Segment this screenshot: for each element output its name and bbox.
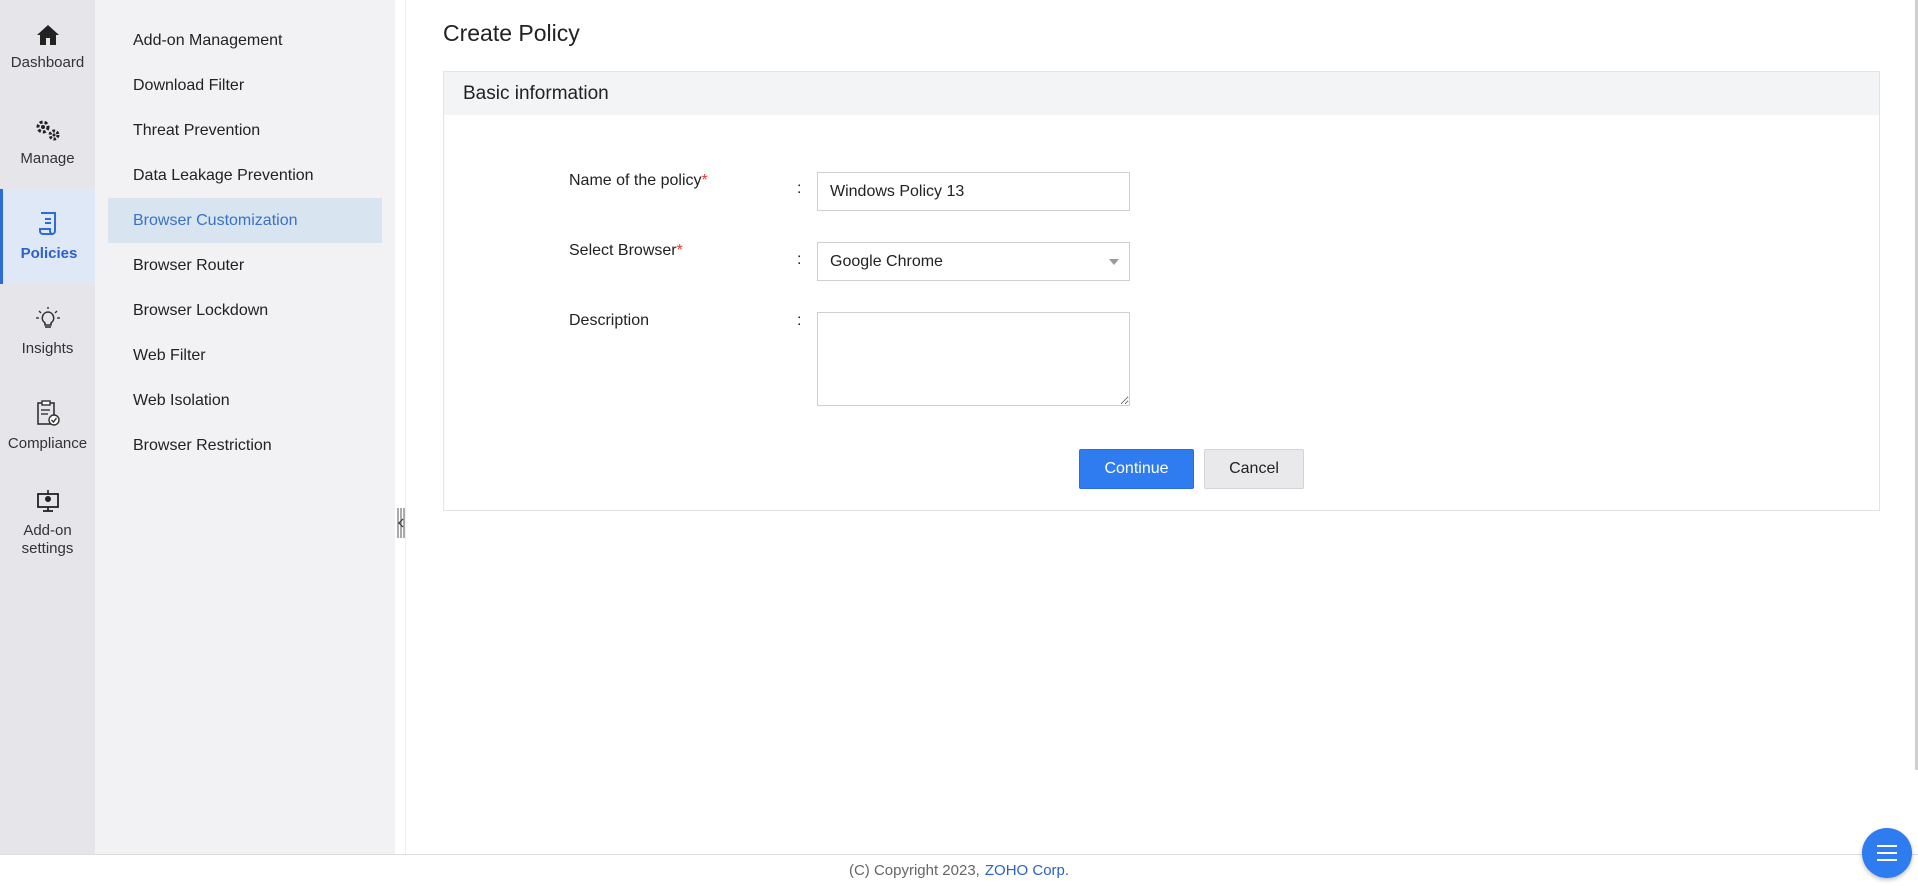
panel-collapse-handle[interactable] (397, 508, 405, 538)
rail-item-compliance[interactable]: Compliance (0, 378, 95, 473)
gears-icon (36, 120, 59, 140)
continue-button[interactable]: Continue (1079, 449, 1194, 489)
rail-item-addon-settings[interactable]: Add-on settings (0, 473, 95, 573)
rail-item-label: Add-on settings (21, 522, 74, 557)
policy-name-label-text: Name of the policy (569, 172, 702, 189)
lightbulb-icon (35, 306, 60, 328)
rail-item-label: Insights (21, 339, 74, 357)
submenu-item-browser-lockdown[interactable]: Browser Lockdown (108, 288, 382, 333)
home-icon (36, 24, 59, 45)
rail-item-manage[interactable]: Manage (0, 95, 95, 190)
section-title: Basic information (444, 72, 1879, 115)
submenu-item-download-filter[interactable]: Download Filter (108, 63, 382, 108)
footer: (C) Copyright 2023, ZOHO Corp. (0, 854, 1918, 886)
rail-item-label: Dashboard (10, 53, 85, 71)
required-marker: * (676, 242, 683, 259)
menu-icon (1877, 845, 1897, 861)
colon: : (797, 251, 802, 268)
company-link[interactable]: ZOHO Corp. (985, 862, 1069, 879)
cancel-button[interactable]: Cancel (1204, 449, 1304, 489)
policies-submenu: Add-on Management Download Filter Threat… (95, 0, 395, 854)
submenu-item-browser-restriction[interactable]: Browser Restriction (108, 423, 382, 468)
browser-select[interactable]: Google Chrome (817, 242, 1130, 281)
rail-item-policies[interactable]: Policies (0, 189, 95, 284)
description-textarea[interactable] (817, 312, 1130, 406)
menu-fab-button[interactable] (1862, 828, 1912, 878)
browser-label: Select Browser* (569, 242, 683, 260)
submenu-item-web-filter[interactable]: Web Filter (108, 333, 382, 378)
required-marker: * (701, 172, 708, 189)
colon: : (797, 312, 802, 329)
submenu-item-browser-customization[interactable]: Browser Customization (108, 198, 382, 243)
submenu-item-browser-router[interactable]: Browser Router (108, 243, 382, 288)
policy-scroll-icon (39, 211, 56, 235)
collapse-handle-icon (397, 508, 405, 538)
policy-name-input[interactable] (817, 172, 1130, 211)
basic-information-panel: Basic information Name of the policy* : … (443, 71, 1880, 511)
rail-item-label: Compliance (7, 434, 88, 452)
rail-item-insights[interactable]: Insights (0, 284, 95, 379)
colon: : (797, 180, 802, 197)
rail-item-label: Policies (20, 244, 78, 262)
submenu-item-addon-management[interactable]: Add-on Management (108, 18, 382, 63)
browser-label-text: Select Browser (569, 242, 677, 259)
rail-item-dashboard[interactable]: Dashboard (0, 0, 95, 95)
chevron-down-icon (1109, 259, 1119, 265)
rail-item-label: Manage (20, 149, 75, 167)
submenu-item-threat-prevention[interactable]: Threat Prevention (108, 108, 382, 153)
icon-rail: Dashboard Manage Policies Insights Compl… (0, 0, 95, 854)
clipboard-check-icon (36, 399, 60, 426)
policy-name-label: Name of the policy* (569, 172, 708, 190)
copyright-text: (C) Copyright 2023, (848, 862, 980, 879)
page-title: Create Policy (443, 20, 580, 46)
submenu-item-data-leakage-prevention[interactable]: Data Leakage Prevention (108, 153, 382, 198)
description-label: Description (569, 312, 650, 329)
submenu-item-web-isolation[interactable]: Web Isolation (108, 378, 382, 423)
monitor-settings-icon (36, 490, 59, 512)
browser-select-value: Google Chrome (830, 252, 943, 270)
content-divider (405, 0, 406, 854)
